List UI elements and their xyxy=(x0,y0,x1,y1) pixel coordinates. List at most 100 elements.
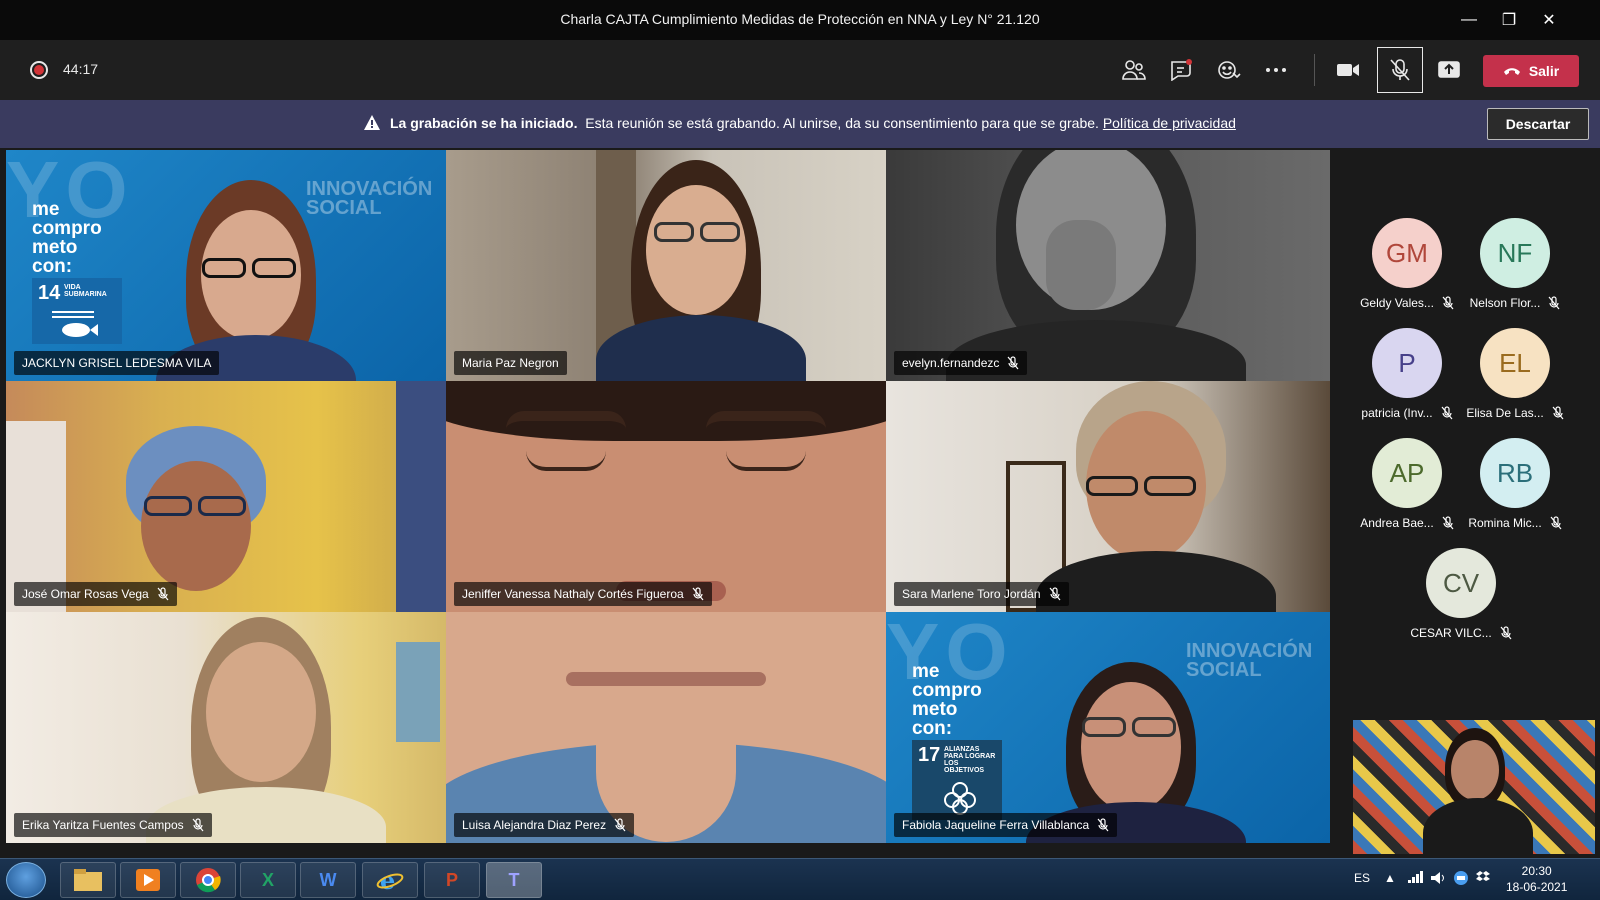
share-screen-icon[interactable] xyxy=(1433,54,1465,86)
branding-pledge: me compro meto con: xyxy=(32,199,102,277)
participant-name-tag: Maria Paz Negron xyxy=(454,351,567,375)
alliance-icon xyxy=(944,782,976,815)
privacy-policy-link[interactable]: Política de privacidad xyxy=(1103,115,1236,131)
microphone-off-icon xyxy=(692,587,704,601)
participant-avatar-item[interactable]: RB Romina Mic... xyxy=(1460,438,1570,546)
warning-icon xyxy=(364,115,381,130)
network-icon[interactable] xyxy=(1408,871,1424,886)
participant-avatar-item[interactable]: NF Nelson Flor... xyxy=(1460,218,1570,326)
participant-name: Elisa De Las... xyxy=(1466,406,1544,420)
teams-tray-icon[interactable] xyxy=(1454,871,1468,888)
start-button[interactable] xyxy=(6,862,46,898)
participant-name-tag: JACKLYN GRISEL LEDESMA VILA xyxy=(14,351,220,375)
microphone-off-icon xyxy=(1550,516,1562,530)
video-tile[interactable]: evelyn.fernandezc xyxy=(886,150,1330,381)
close-button[interactable]: ✕ xyxy=(1526,0,1572,40)
video-tile[interactable]: Jeniffer Vanessa Nathaly Cortés Figueroa xyxy=(446,381,890,612)
volume-icon[interactable] xyxy=(1430,871,1446,888)
recording-banner: La grabación se ha iniciado. Esta reunió… xyxy=(0,100,1600,148)
powerpoint-icon[interactable]: P xyxy=(424,862,480,898)
fish-icon xyxy=(52,311,98,337)
avatar: GM xyxy=(1372,218,1442,288)
reactions-icon[interactable] xyxy=(1213,54,1245,86)
dropbox-icon[interactable] xyxy=(1476,871,1490,888)
microphone-off-icon xyxy=(1441,406,1453,420)
clock-time: 20:30 xyxy=(1521,864,1552,878)
participant-roster: GM Geldy Vales... NF Nelson Flor... P pa… xyxy=(1352,148,1600,708)
chat-icon[interactable] xyxy=(1165,54,1197,86)
participant-name: CESAR VILC... xyxy=(1410,626,1492,640)
video-tile-active-speaker[interactable]: Maria Paz Negron xyxy=(446,150,890,381)
more-options-icon[interactable] xyxy=(1260,54,1292,86)
system-clock[interactable]: 20:30 18-06-2021 xyxy=(1506,863,1567,895)
branding-innovation: INNOVACIÓN SOCIAL xyxy=(306,178,433,219)
teams-icon[interactable]: T xyxy=(486,862,542,898)
participant-name-tag: José Omar Rosas Vega xyxy=(14,582,177,606)
video-tile[interactable]: YO me compro meto con: 17 ALIANZAS PARA … xyxy=(886,612,1330,843)
camera-icon[interactable] xyxy=(1332,54,1364,86)
video-tile[interactable]: Erika Yaritza Fuentes Campos xyxy=(6,612,450,843)
participant-name: Geldy Vales... xyxy=(1360,296,1434,310)
microphone-off-icon xyxy=(1442,516,1454,530)
participants-icon[interactable] xyxy=(1118,54,1150,86)
title-bar: Charla CAJTA Cumplimiento Medidas de Pro… xyxy=(0,0,1600,40)
participant-avatar-item[interactable]: P patricia (Inv... xyxy=(1352,328,1462,436)
video-tile[interactable]: Sara Marlene Toro Jordán xyxy=(886,381,1330,612)
dismiss-button[interactable]: Descartar xyxy=(1487,108,1589,140)
avatar: P xyxy=(1372,328,1442,398)
microphone-off-icon xyxy=(157,587,169,601)
avatar: RB xyxy=(1480,438,1550,508)
microphone-off-icon xyxy=(1007,356,1019,370)
sdg-label: ALIANZAS PARA LOGRAR LOS OBJETIVOS xyxy=(944,746,996,774)
participant-avatar-item[interactable]: GM Geldy Vales... xyxy=(1352,218,1462,326)
language-indicator[interactable]: ES xyxy=(1354,871,1370,885)
video-feed xyxy=(6,612,450,843)
participant-name-tag: Jeniffer Vanessa Nathaly Cortés Figueroa xyxy=(454,582,712,606)
participant-name-tag: Sara Marlene Toro Jordán xyxy=(894,582,1069,606)
microphone-off-icon xyxy=(1442,296,1454,310)
banner-text: Esta reunión se está grabando. Al unirse… xyxy=(585,115,1099,131)
participant-avatar-item[interactable]: CV CESAR VILC... xyxy=(1406,548,1516,656)
video-tile[interactable]: Luisa Alejandra Diaz Perez xyxy=(446,612,890,843)
self-view-video[interactable] xyxy=(1353,720,1595,854)
participant-avatar-item[interactable]: AP Andrea Bae... xyxy=(1352,438,1462,546)
toolbar-divider xyxy=(1314,54,1315,86)
mute-button[interactable] xyxy=(1377,47,1423,93)
windows-taskbar: X W e P T ES ▲ 20:30 18-06-2021 xyxy=(0,858,1600,900)
avatar: CV xyxy=(1426,548,1496,618)
sdg-label: VIDA SUBMARINA xyxy=(64,284,107,298)
leave-label: Salir xyxy=(1528,63,1560,79)
tray-expand-icon[interactable]: ▲ xyxy=(1384,871,1396,885)
file-explorer-icon[interactable] xyxy=(60,862,116,898)
video-feed xyxy=(446,150,890,381)
video-feed xyxy=(6,381,450,612)
excel-icon[interactable]: X xyxy=(240,862,296,898)
internet-explorer-icon[interactable]: e xyxy=(362,862,418,898)
microphone-off-icon xyxy=(192,818,204,832)
participant-name: patricia (Inv... xyxy=(1361,406,1433,420)
word-icon[interactable]: W xyxy=(300,862,356,898)
microphone-off-icon xyxy=(1500,626,1512,640)
chrome-icon[interactable] xyxy=(180,862,236,898)
microphone-off-icon xyxy=(1390,59,1410,81)
video-feed xyxy=(886,150,1330,381)
video-tile[interactable]: YO me compro meto con: 14 VIDA SUBMARINA… xyxy=(6,150,450,381)
participant-name-tag: Fabiola Jaqueline Ferra Villablanca xyxy=(894,813,1118,837)
media-player-icon[interactable] xyxy=(120,862,176,898)
microphone-off-icon xyxy=(1552,406,1564,420)
meeting-timer: 44:17 xyxy=(63,61,99,77)
participant-avatar-item[interactable]: EL Elisa De Las... xyxy=(1460,328,1570,436)
branding-innovation: INNOVACIÓN SOCIAL xyxy=(1186,640,1313,681)
avatar: AP xyxy=(1372,438,1442,508)
window-title: Charla CAJTA Cumplimiento Medidas de Pro… xyxy=(560,11,1040,27)
video-feed xyxy=(446,381,890,612)
participant-name: Andrea Bae... xyxy=(1360,516,1434,530)
video-feed xyxy=(446,612,890,843)
branding-pledge: me compro meto con: xyxy=(912,661,982,739)
participant-name-tag: evelyn.fernandezc xyxy=(894,351,1028,375)
video-tile[interactable]: José Omar Rosas Vega xyxy=(6,381,450,612)
microphone-off-icon xyxy=(1097,818,1109,832)
video-feed: YO me compro meto con: 17 ALIANZAS PARA … xyxy=(886,612,1330,843)
avatar: NF xyxy=(1480,218,1550,288)
leave-button[interactable]: Salir xyxy=(1483,55,1579,87)
